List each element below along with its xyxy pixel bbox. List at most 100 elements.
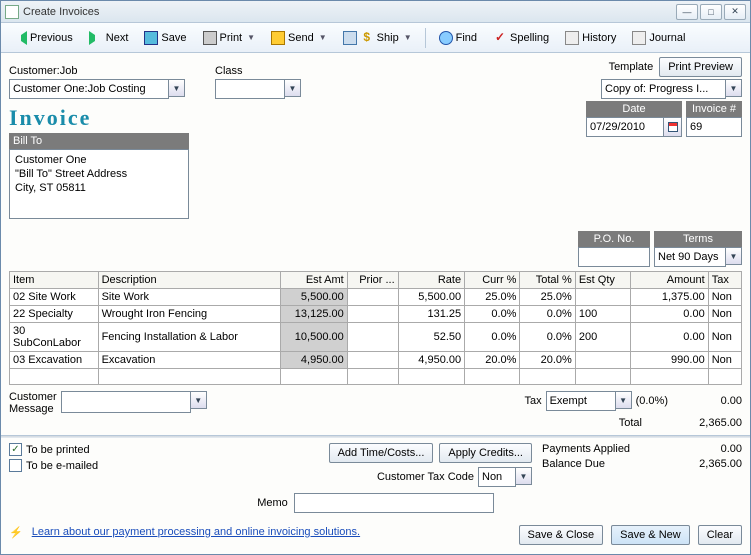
po-no-input[interactable] <box>578 247 650 267</box>
chevron-down-icon[interactable]: ▼ <box>726 79 742 97</box>
table-row-blank[interactable] <box>10 369 742 385</box>
clear-button[interactable]: Clear <box>698 525 742 545</box>
close-window-button[interactable]: ✕ <box>724 4 746 20</box>
col-rate[interactable]: Rate <box>398 272 464 289</box>
tax-input[interactable] <box>546 391 616 411</box>
window-title: Create Invoices <box>23 6 99 18</box>
payments-applied-value: 0.00 <box>721 443 742 455</box>
template-input[interactable] <box>601 79 726 99</box>
print-preview-button[interactable]: Print Preview <box>659 57 742 77</box>
chevron-down-icon[interactable]: ▼ <box>169 79 185 97</box>
col-est-qty[interactable]: Est Qty <box>575 272 630 289</box>
date-header: Date <box>586 101 682 117</box>
customer-message-combo[interactable]: ▼ <box>61 391 207 429</box>
dollar-icon: $ <box>360 31 374 45</box>
send-button[interactable]: Send ▼ <box>265 28 333 48</box>
chevron-down-icon[interactable]: ▼ <box>616 391 632 409</box>
chevron-down-icon[interactable]: ▼ <box>191 391 207 409</box>
toolbar-separator <box>425 28 426 48</box>
terms-input[interactable] <box>654 247 726 267</box>
history-icon <box>565 31 579 45</box>
class-combo[interactable]: ▼ <box>215 79 301 99</box>
send-label: Send <box>288 32 314 44</box>
previous-button[interactable]: Previous <box>7 28 79 48</box>
chevron-down-icon[interactable]: ▼ <box>726 247 742 265</box>
col-est-amt[interactable]: Est Amt <box>281 272 347 289</box>
bill-to-header: Bill To <box>9 133 189 149</box>
payment-processing-link[interactable]: Learn about our payment processing and o… <box>32 526 360 538</box>
calendar-button[interactable] <box>664 117 682 137</box>
template-combo[interactable]: ▼ <box>601 79 742 99</box>
save-label: Save <box>161 32 186 44</box>
print-button[interactable]: Print ▼ <box>197 28 262 48</box>
maximize-button[interactable]: □ <box>700 4 722 20</box>
chevron-down-icon: ▼ <box>404 33 412 42</box>
col-tax[interactable]: Tax <box>708 272 741 289</box>
app-doc-icon <box>5 5 19 19</box>
ship-button[interactable]: $ Ship ▼ <box>337 28 418 48</box>
tax-combo[interactable]: ▼ <box>546 391 632 411</box>
class-label: Class <box>215 65 301 77</box>
balance-due-value: 2,365.00 <box>699 458 742 470</box>
col-prior[interactable]: Prior ... <box>347 272 398 289</box>
total-value: 2,365.00 <box>672 417 742 429</box>
to-be-printed-checkbox[interactable]: ✓ To be printed <box>9 443 98 456</box>
invoice-number-input[interactable] <box>686 117 742 137</box>
journal-button[interactable]: Journal <box>626 28 691 48</box>
apply-credits-button[interactable]: Apply Credits... <box>439 443 532 463</box>
customer-tax-code-input[interactable] <box>478 467 516 487</box>
magnifier-icon <box>439 31 453 45</box>
date-input[interactable] <box>586 117 664 137</box>
minimize-button[interactable]: — <box>676 4 698 20</box>
arrow-right-icon <box>89 31 103 45</box>
customer-job-input[interactable] <box>9 79 169 99</box>
customer-tax-code-combo[interactable]: ▼ <box>478 467 532 487</box>
bill-to-body[interactable]: Customer One "Bill To" Street Address Ci… <box>9 149 189 219</box>
tax-pct: (0.0%) <box>636 395 668 407</box>
col-curr-pct[interactable]: Curr % <box>465 272 520 289</box>
class-input[interactable] <box>215 79 285 99</box>
chevron-down-icon: ▼ <box>247 33 255 42</box>
payments-applied-label: Payments Applied <box>542 443 630 455</box>
line-items-table[interactable]: Item Description Est Amt Prior ... Rate … <box>9 271 742 385</box>
memo-label: Memo <box>257 497 288 509</box>
col-item[interactable]: Item <box>10 272 99 289</box>
col-description[interactable]: Description <box>98 272 281 289</box>
to-be-emailed-checkbox[interactable]: To be e-mailed <box>9 459 98 472</box>
disk-icon <box>144 31 158 45</box>
chevron-down-icon[interactable]: ▼ <box>516 467 532 485</box>
chevron-down-icon[interactable]: ▼ <box>285 79 301 97</box>
table-header-row: Item Description Est Amt Prior ... Rate … <box>10 272 742 289</box>
table-row[interactable]: 02 Site WorkSite Work5,500.005,500.0025.… <box>10 289 742 306</box>
print-label: Print <box>220 32 243 44</box>
invoice-number-header: Invoice # <box>686 101 742 117</box>
table-row[interactable]: 03 ExcavationExcavation4,950.004,950.002… <box>10 352 742 369</box>
save-button[interactable]: Save <box>138 28 192 48</box>
bill-to-line3: City, ST 05811 <box>15 181 183 195</box>
col-amount[interactable]: Amount <box>631 272 709 289</box>
calendar-icon <box>668 122 678 132</box>
table-row[interactable]: 30 SubConLaborFencing Installation & Lab… <box>10 323 742 352</box>
save-new-button[interactable]: Save & New <box>611 525 690 545</box>
save-close-button[interactable]: Save & Close <box>519 525 604 545</box>
titlebar: Create Invoices — □ ✕ <box>1 1 750 23</box>
next-button[interactable]: Next <box>83 28 135 48</box>
next-label: Next <box>106 32 129 44</box>
memo-input[interactable] <box>294 493 494 513</box>
customer-job-combo[interactable]: ▼ <box>9 79 185 99</box>
history-button[interactable]: History <box>559 28 622 48</box>
to-be-printed-label: To be printed <box>26 444 90 456</box>
invoice-heading: Invoice <box>9 105 189 131</box>
col-total-pct[interactable]: Total % <box>520 272 575 289</box>
spelling-button[interactable]: ✓ Spelling <box>487 28 555 48</box>
table-row[interactable]: 22 SpecialtyWrought Iron Fencing13,125.0… <box>10 306 742 323</box>
balance-due-label: Balance Due <box>542 458 605 470</box>
customer-tax-code-label: Customer Tax Code <box>377 471 474 483</box>
history-label: History <box>582 32 616 44</box>
find-button[interactable]: Find <box>433 28 483 48</box>
envelope-icon <box>271 31 285 45</box>
customer-job-label: Customer:Job <box>9 65 185 77</box>
bill-to-line1: Customer One <box>15 153 183 167</box>
add-time-costs-button[interactable]: Add Time/Costs... <box>329 443 434 463</box>
customer-message-input[interactable] <box>61 391 191 413</box>
